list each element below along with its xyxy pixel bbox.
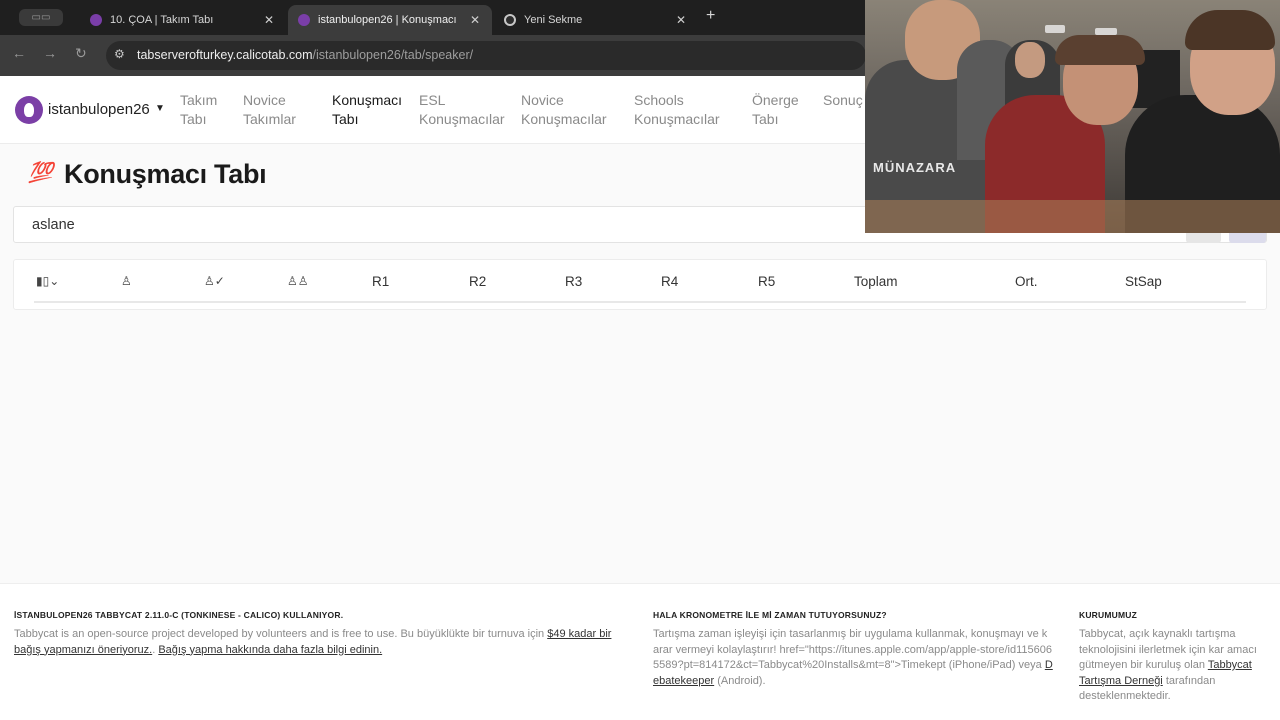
nav-item-novice-teams[interactable]: Novice Takımlar xyxy=(243,91,296,129)
browser-tab-team-tab[interactable]: 10. ÇOA | Takım Tabı ✕ xyxy=(80,5,286,35)
chevron-down-icon[interactable]: ▼ xyxy=(155,103,165,114)
browser-tab-title: 10. ÇOA | Takım Tabı xyxy=(110,14,214,26)
nav-item-schools-speakers[interactable]: Schools Konuşmacılar xyxy=(634,91,720,129)
nav-item-results[interactable]: Sonuç xyxy=(823,91,863,110)
footer-text: Tartışma zaman işleyişi için tasarlanmış… xyxy=(653,628,1053,687)
donation-info-link[interactable]: Bağış yapma hakkında daha fazla bilgi ed… xyxy=(158,644,382,656)
chrome-favicon-icon xyxy=(504,14,516,26)
tabbycat-logo-icon[interactable] xyxy=(15,96,43,124)
close-icon[interactable]: ✕ xyxy=(468,13,482,27)
footer: İSTANBULOPEN26 TABBYCAT 2.11.0-C (TONKIN… xyxy=(0,583,1280,720)
column-header-total[interactable]: Toplam xyxy=(854,274,898,289)
footer-heading: HALA KRONOMETRE İLE Mİ ZAMAN TUTUYORSUNU… xyxy=(653,610,887,620)
column-header-r3[interactable]: R3 xyxy=(565,274,582,289)
column-header-stdev[interactable]: StSap xyxy=(1125,274,1162,289)
close-icon[interactable]: ✕ xyxy=(262,13,276,27)
speaker-table: ▮▯⌄ ♙ ♙✓ ♙♙ R1 R2 R3 R4 R5 Toplam Ort. S… xyxy=(13,259,1267,310)
tournament-name[interactable]: istanbulopen26 xyxy=(48,101,150,118)
footer-text: Tabbycat is an open-source project devel… xyxy=(14,628,612,656)
footer-heading: İSTANBULOPEN26 TABBYCAT 2.11.0-C (TONKIN… xyxy=(14,610,344,620)
column-header-r2[interactable]: R2 xyxy=(469,274,486,289)
shirt-text: MÜNAZARA xyxy=(873,160,957,175)
footer-heading: KURUMUMUZ xyxy=(1079,610,1137,620)
people-icon[interactable]: ♙♙ xyxy=(287,274,309,288)
tabbycat-favicon-icon xyxy=(298,14,310,26)
browser-tab-title: Yeni Sekme xyxy=(524,14,583,26)
address-bar[interactable]: ⚙ tabserverofturkey.calicotab.com/istanb… xyxy=(106,41,866,70)
nav-item-esl-speakers[interactable]: ESL Konuşmacılar xyxy=(419,91,505,129)
sidebar-toggle-icon[interactable]: ▭▭ xyxy=(19,9,63,26)
header-divider xyxy=(34,301,1246,303)
browser-tab-new-tab[interactable]: Yeni Sekme ✕ xyxy=(494,5,698,35)
url-text: tabserverofturkey.calicotab.com/istanbul… xyxy=(137,48,474,62)
webcam-overlay: MÜNAZARA xyxy=(865,0,1280,233)
reload-icon[interactable]: ↻ xyxy=(75,45,87,62)
person-check-icon[interactable]: ♙✓ xyxy=(204,274,225,288)
person-icon[interactable]: ♙ xyxy=(121,274,132,288)
column-header-r1[interactable]: R1 xyxy=(372,274,389,289)
new-tab-plus-icon[interactable]: + xyxy=(706,7,715,25)
column-header-r5[interactable]: R5 xyxy=(758,274,775,289)
nav-item-speaker-tab[interactable]: Konuşmacı Tabı xyxy=(332,91,402,129)
nav-item-motion-tab[interactable]: Önerge Tabı xyxy=(752,91,799,129)
footer-text: Tabbycat, açık kaynaklı tartışma teknolo… xyxy=(1079,628,1257,702)
column-header-r4[interactable]: R4 xyxy=(661,274,678,289)
back-arrow-icon[interactable]: ← xyxy=(12,45,26,61)
close-icon[interactable]: ✕ xyxy=(674,13,688,27)
browser-tab-title: istanbulopen26 | Konuşmacı xyxy=(318,14,457,26)
tabbycat-favicon-icon xyxy=(90,14,102,26)
nav-item-novice-speakers[interactable]: Novice Konuşmacılar xyxy=(521,91,607,129)
forward-arrow-icon[interactable]: → xyxy=(43,45,57,61)
site-settings-icon[interactable]: ⚙ xyxy=(114,47,125,61)
rank-sort-icon[interactable]: ▮▯⌄ xyxy=(36,274,59,288)
browser-tab-speaker-tab[interactable]: istanbulopen26 | Konuşmacı ✕ xyxy=(288,5,492,35)
nav-item-team-tab[interactable]: Takım Tabı xyxy=(180,91,217,129)
hundred-points-icon: 💯 xyxy=(28,162,53,184)
column-header-average[interactable]: Ort. xyxy=(1015,274,1038,289)
page-title: Konuşmacı Tabı xyxy=(64,159,267,189)
